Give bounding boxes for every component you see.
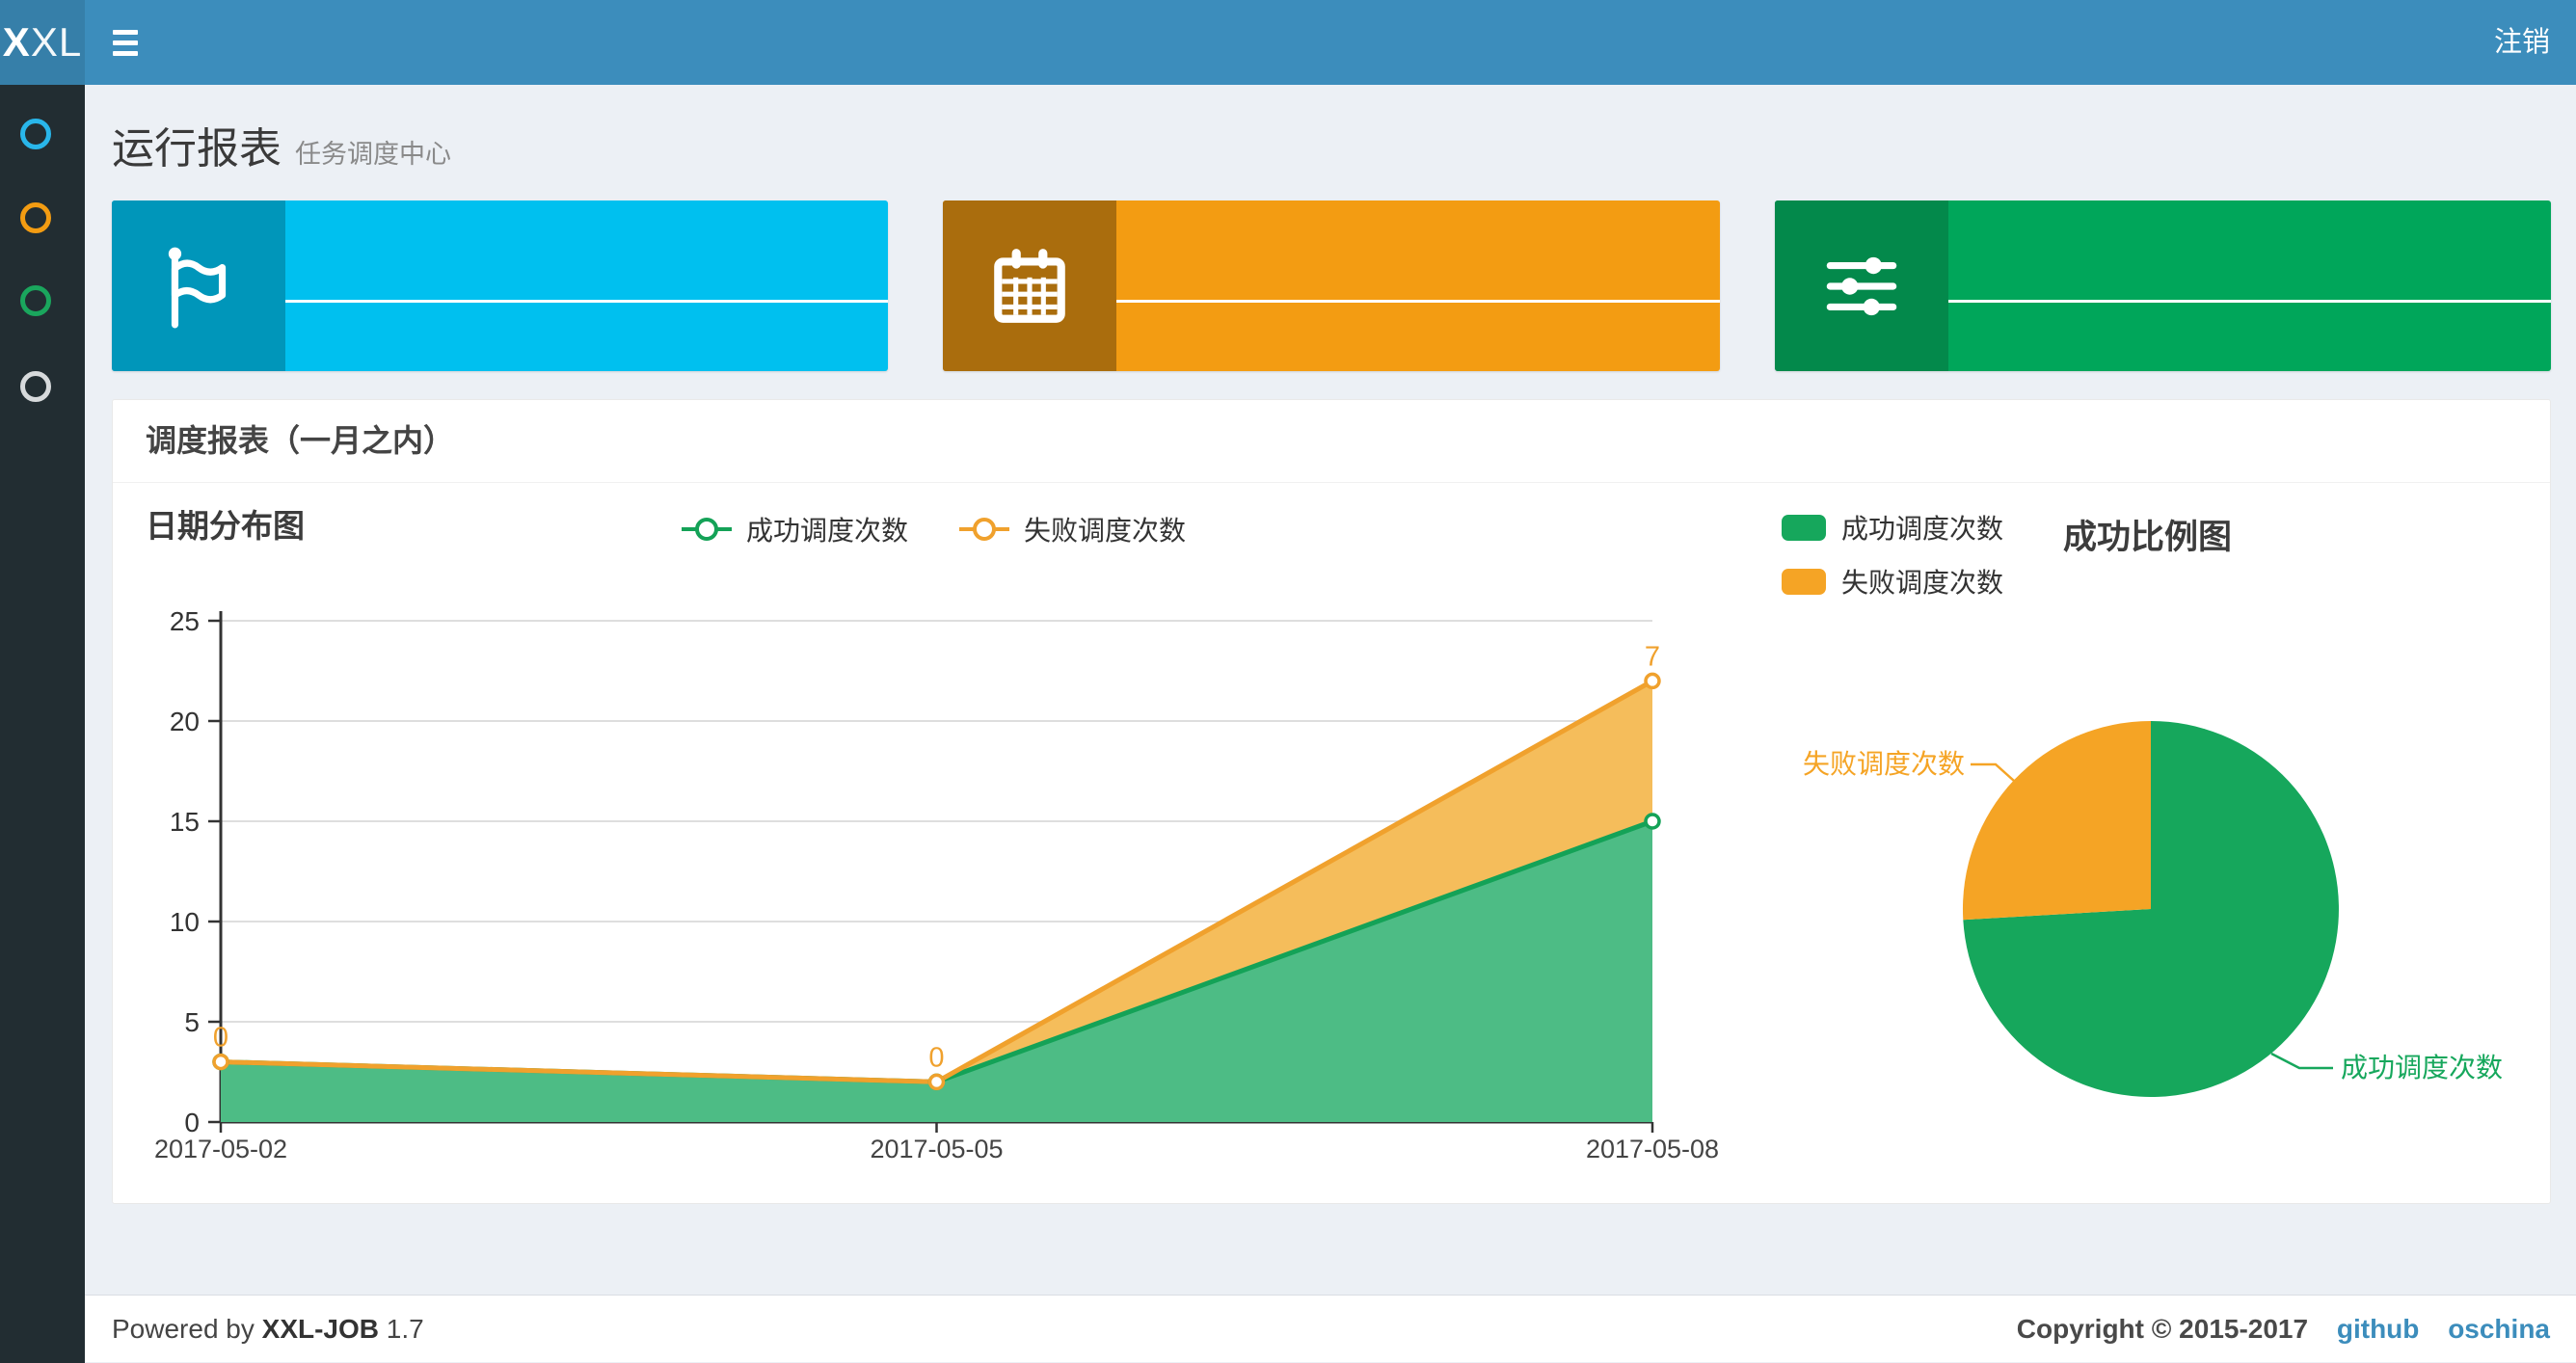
y-tick-label: 0: [184, 1108, 200, 1137]
footer-brand: XXL-JOB: [261, 1314, 380, 1344]
sidebar-item-menu-job-log[interactable]: [0, 268, 85, 326]
github-link[interactable]: github: [2337, 1314, 2420, 1344]
pie-label-leader: [2270, 1052, 2333, 1070]
x-tick-label: 2017-05-02: [154, 1135, 287, 1163]
pie-chart[interactable]: 成功调度次数 失败调度次数: [1782, 589, 2552, 1202]
point-value-label: 0: [928, 1042, 944, 1073]
page-title: 运行报表: [112, 125, 282, 173]
oschina-link[interactable]: oschina: [2448, 1314, 2550, 1344]
y-tick-label: 25: [170, 606, 200, 636]
app-logo[interactable]: XXL: [0, 0, 85, 85]
calendar-icon: [943, 200, 1117, 371]
legend-item[interactable]: 失败调度次数: [956, 510, 1186, 548]
hamburger-icon: [113, 29, 138, 35]
legend-label: 成功调度次数: [1841, 514, 2004, 544]
stat-box-sliders: [1774, 200, 2551, 371]
sliders-icon: [1774, 200, 1948, 371]
logout-link[interactable]: 注销: [2494, 0, 2550, 85]
line-chart-legend: 成功调度次数 失败调度次数: [113, 510, 1752, 548]
legend-label: 失败调度次数: [1024, 516, 1187, 546]
report-panel: 调度报表（一月之内） 日期分布图 成功调度次数 失败调度次数 0 5 10 15 20 25…: [112, 399, 2551, 1204]
point-value-label: 0: [213, 1023, 228, 1054]
x-tick-label: 2017-05-08: [1586, 1135, 1719, 1163]
legend-marker-icon: [681, 518, 732, 541]
stat-description: [1116, 303, 1719, 371]
circle-icon: [20, 285, 51, 316]
pie-slice-1[interactable]: [1962, 721, 2151, 921]
circle-icon: [20, 119, 51, 149]
pie-slice-label: 失败调度次数: [1803, 749, 1965, 779]
footer-powered-by: Powered by XXL-JOB 1.7: [112, 1314, 424, 1344]
legend-item[interactable]: 成功调度次数: [1782, 508, 2003, 547]
stat-description: [1948, 303, 2551, 371]
pie-slice-label: 成功调度次数: [2341, 1053, 2503, 1082]
failed-point[interactable]: [212, 1053, 229, 1071]
success-point[interactable]: [1644, 813, 1661, 830]
y-tick-label: 15: [170, 807, 200, 837]
legend-marker-icon: [959, 518, 1009, 541]
point-value-label: 7: [1645, 641, 1660, 672]
footer: Powered by XXL-JOB 1.7 Copyright © 2015-…: [85, 1295, 2576, 1362]
y-tick-label: 10: [170, 907, 200, 937]
pie-chart-title: 成功比例图: [2063, 519, 2233, 556]
sidebar-item-menu-dashboard[interactable]: [0, 101, 85, 159]
footer-version: 1.7: [386, 1314, 424, 1344]
footer-copyright: Copyright © 2015-2017 github oschina: [2016, 1314, 2550, 1344]
sidebar: [0, 85, 85, 1363]
flag-icon: [112, 200, 285, 371]
stat-box-flag: [112, 200, 889, 371]
legend-label: 成功调度次数: [745, 516, 908, 546]
stat-description: [285, 303, 888, 371]
y-tick-label: 5: [184, 1007, 200, 1037]
panel-title: 调度报表（一月之内）: [113, 400, 2550, 483]
pie-label-leader: [1971, 762, 2015, 782]
circle-icon: [20, 202, 51, 233]
circle-icon: [20, 371, 51, 402]
page-subtitle: 任务调度中心: [295, 140, 451, 169]
failed-point[interactable]: [927, 1073, 946, 1091]
line-chart[interactable]: 05101520252017-05-02 2017-05-05 2017-05-08…: [113, 579, 1752, 1202]
stat-box-row: [112, 200, 2551, 371]
stat-box-calendar: [943, 200, 1720, 371]
top-navbar: XXL 注销: [0, 0, 2576, 85]
y-tick-label: 20: [170, 707, 200, 736]
charts-row: 日期分布图 成功调度次数 失败调度次数 0 5 10 15 20 25 2017-05-02 2…: [113, 483, 2550, 1202]
logo-text: XL: [30, 19, 83, 65]
sidebar-item-menu-job-manage[interactable]: [0, 185, 85, 243]
x-tick-label: 2017-05-05: [870, 1135, 1003, 1163]
failed-point[interactable]: [1644, 672, 1661, 690]
sidebar-toggle-button[interactable]: [94, 0, 156, 85]
legend-swatch-icon: [1782, 514, 1826, 541]
sidebar-item-menu-executor[interactable]: [0, 354, 85, 412]
legend-item[interactable]: 成功调度次数: [679, 510, 908, 548]
page-header: 运行报表 任务调度中心: [112, 114, 451, 175]
logo-text-bold: X: [2, 19, 31, 65]
